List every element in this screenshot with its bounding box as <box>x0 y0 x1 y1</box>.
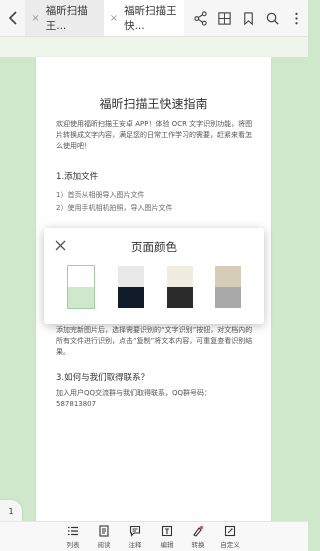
document-title: 福昕扫描王快速指南 <box>99 97 208 111</box>
bookmark-icon <box>243 11 253 25</box>
section-heading: 3.如何与我们取得联系？ <box>56 373 150 383</box>
toolbar-label: 编辑 <box>160 541 174 549</box>
picker-title: 页面颜色 <box>131 240 177 254</box>
more-button[interactable] <box>284 0 308 36</box>
toolbar-comment-button[interactable]: 注释 <box>120 522 150 551</box>
comment-icon <box>129 525 141 537</box>
swatch-bottom <box>167 287 193 308</box>
document-intro: 欢迎使用福昕扫描王安卓 APP！体验 OCR 文字识别功能，将图片转换成文字内容… <box>56 120 253 150</box>
toolbar-label: 列表 <box>66 541 80 549</box>
swatch-top <box>118 266 144 287</box>
toolbar-label: 转换 <box>191 541 205 549</box>
tab-document-2[interactable]: × 福昕扫描王快... <box>103 0 184 36</box>
swatch-gray-navy[interactable] <box>118 266 144 308</box>
toolbar-label: 阅读 <box>97 541 111 549</box>
more-icon <box>294 12 298 24</box>
swatch-top <box>215 266 241 287</box>
swatch-green-white[interactable] <box>67 265 95 309</box>
list-item: 2）使用手机相机拍照，导入图片文件 <box>56 204 173 212</box>
swatch-beige-gray[interactable] <box>215 266 241 308</box>
tab-label: 福昕扫描王快... <box>124 5 177 32</box>
convert-icon <box>193 525 204 537</box>
list-icon <box>68 526 78 536</box>
share-icon <box>193 10 207 26</box>
swatch-bottom <box>118 287 144 308</box>
tab-document-1[interactable]: × 福昕扫描王... <box>25 0 104 36</box>
grid-view-icon <box>217 11 231 25</box>
swatch-top <box>167 266 193 287</box>
page-color-picker: 页面颜色 <box>44 228 264 324</box>
swatch-cream-dark[interactable] <box>167 266 193 308</box>
section-heading: 1.添加文件 <box>56 172 99 182</box>
list-item: 1）首页从相册导入图片文件 <box>56 191 145 199</box>
read-icon <box>99 525 109 537</box>
customize-icon <box>224 525 236 537</box>
fullscreen-button[interactable] <box>212 0 236 36</box>
swatch-bottom <box>68 287 94 308</box>
header-gap <box>0 37 308 57</box>
back-button[interactable] <box>0 0 25 36</box>
toolbar-convert-button[interactable]: 转换 <box>183 522 213 551</box>
tab-close-icon[interactable]: × <box>31 13 39 24</box>
toolbar-label: 自定义 <box>220 541 240 549</box>
tab-label: 福昕扫描王... <box>45 5 88 32</box>
toolbar-label: 注释 <box>128 541 142 549</box>
swatch-bottom <box>215 287 241 308</box>
toolbar-read-button[interactable]: 阅读 <box>89 522 119 551</box>
page-indicator[interactable]: 1 <box>0 500 22 522</box>
search-icon <box>266 12 279 25</box>
toolbar-edit-button[interactable]: 编辑 <box>152 522 182 551</box>
toolbar-customize-button[interactable]: 自定义 <box>215 522 245 551</box>
toolbar-list-button[interactable]: 列表 <box>58 522 88 551</box>
bookmark-button[interactable] <box>236 0 260 36</box>
edit-text-icon <box>161 525 173 537</box>
search-button[interactable] <box>260 0 284 36</box>
bottom-toolbar: 列表 阅读 注释 编辑 转换 自定义 <box>0 521 308 551</box>
top-tab-bar: × 福昕扫描王... × 福昕扫描王快... <box>0 0 308 37</box>
document-contact: 加入用户QQ交流群与我们取得联系，QQ群号码：587813807 <box>56 389 212 408</box>
swatch-top <box>68 266 94 287</box>
document-paragraph: 添加完新图片后，选择需要识别的“文字识别”按钮，对文档内的所有文件进行识别，点击… <box>56 326 253 356</box>
share-button[interactable] <box>188 0 212 36</box>
tab-close-icon[interactable]: × <box>110 13 118 24</box>
chevron-left-icon <box>8 11 17 25</box>
